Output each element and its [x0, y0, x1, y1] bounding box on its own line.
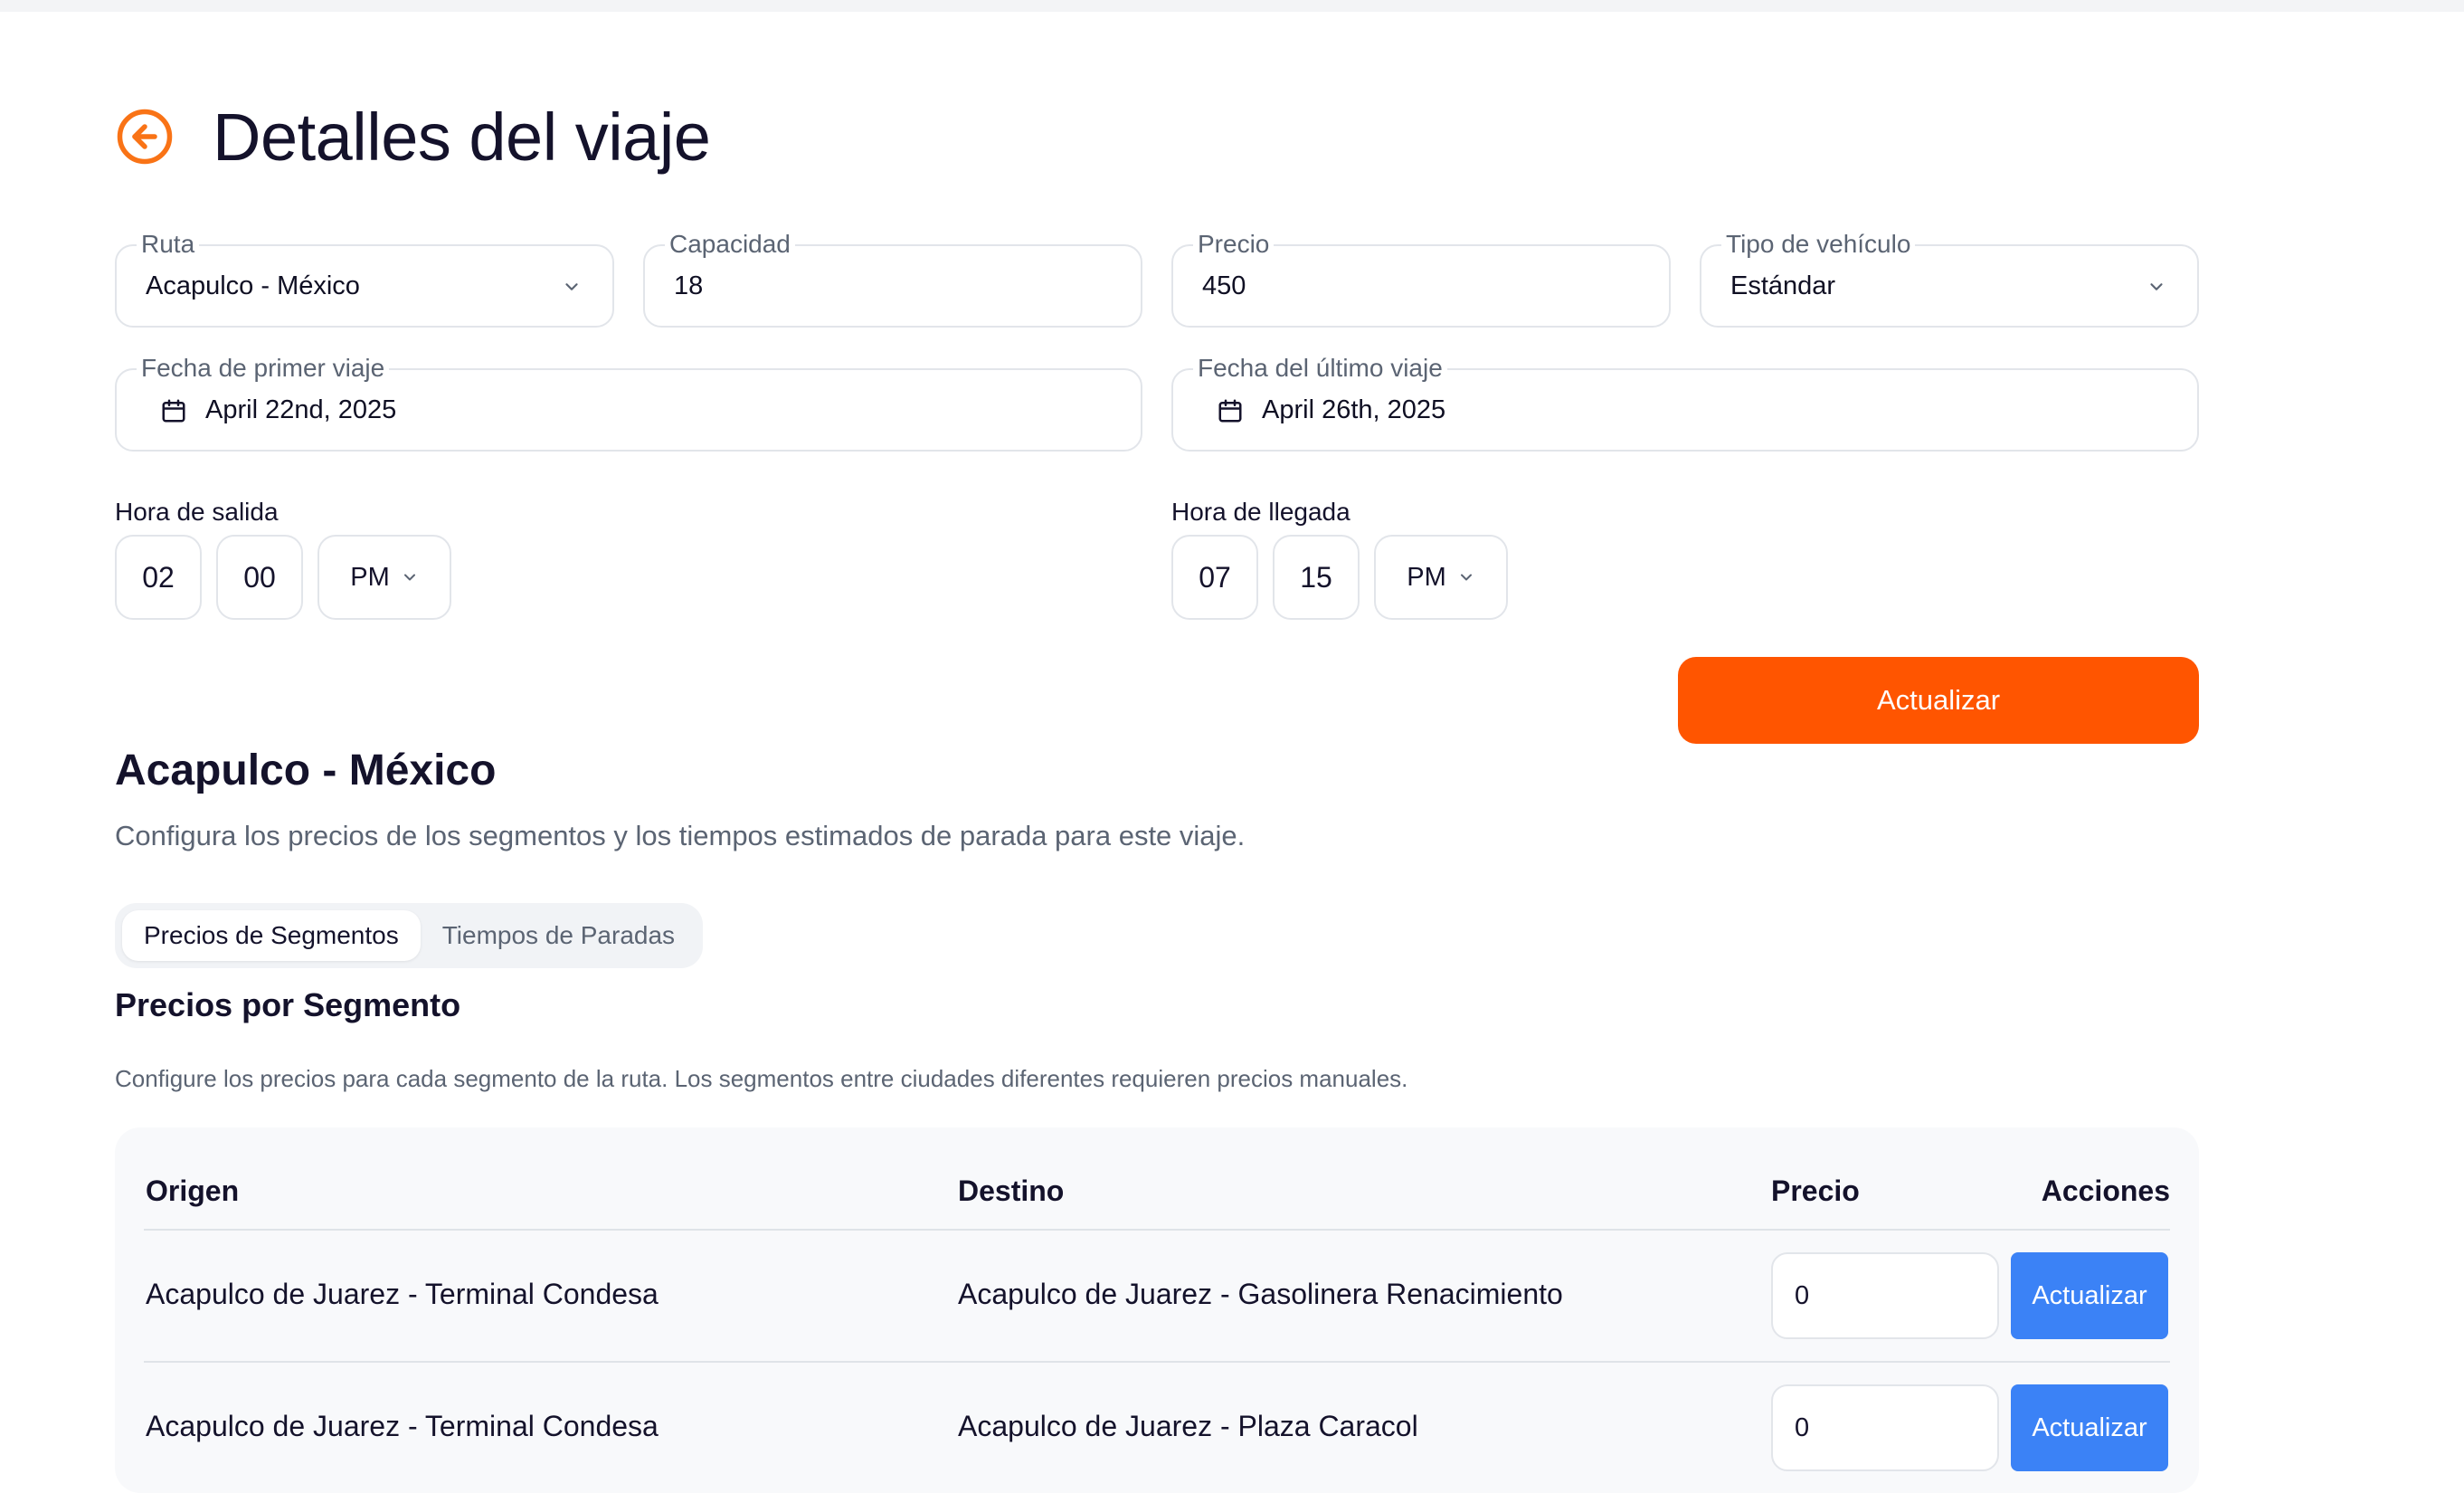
row-2-price-input[interactable] [1771, 1384, 1999, 1471]
column-origin: Origen [146, 1174, 240, 1207]
arrival-hour-input[interactable]: 07 [1171, 535, 1258, 620]
route-value: Acapulco - México [146, 271, 360, 300]
page-header: Detalles del viaje [115, 100, 711, 175]
segments-table: Origen Destino Precio Acciones Acapulco … [115, 1127, 2199, 1493]
row-1-origin: Acapulco de Juarez - Terminal Condesa [146, 1278, 659, 1310]
tab-stop-times[interactable]: Tiempos de Paradas [421, 910, 697, 961]
row-2-origin: Acapulco de Juarez - Terminal Condesa [146, 1410, 659, 1442]
arrival-period-value: PM [1407, 562, 1446, 592]
top-bar [0, 0, 2464, 12]
column-destination: Destino [958, 1174, 1065, 1207]
row-1-destination: Acapulco de Juarez - Gasolinera Renacimi… [958, 1278, 1563, 1310]
arrow-left-circle-icon [117, 109, 173, 165]
route-section-description: Configura los precios de los segmentos y… [115, 820, 1246, 851]
vehicle-type-value: Estándar [1730, 271, 1836, 300]
column-actions: Acciones [2041, 1174, 2170, 1207]
column-price: Precio [1771, 1174, 1860, 1207]
capacity-value: 18 [674, 271, 704, 300]
departure-period-value: PM [350, 562, 390, 592]
chevron-down-icon [1460, 574, 1472, 581]
arrival-period-select[interactable]: PM [1374, 535, 1508, 620]
row-1-price-input[interactable] [1771, 1252, 1999, 1339]
row-1-update-button[interactable]: Actualizar [2011, 1252, 2168, 1339]
route-section-title: Acapulco - México [115, 746, 497, 794]
tab-segment-prices[interactable]: Precios de Segmentos [122, 910, 421, 961]
departure-time-label: Hora de salida [115, 498, 279, 526]
segments-title: Precios por Segmento [115, 986, 461, 1023]
update-trip-button[interactable]: Actualizar [1678, 657, 2199, 744]
last-trip-date-picker[interactable]: Fecha del último viaje April 26th, 2025 [1171, 353, 2199, 452]
first-trip-date-value: April 22nd, 2025 [205, 395, 397, 424]
page-title: Detalles del viaje [213, 99, 711, 175]
first-trip-date-picker[interactable]: Fecha de primer viaje April 22nd, 2025 [115, 353, 1142, 452]
departure-hour-input[interactable]: 02 [115, 535, 202, 620]
arrival-time-label: Hora de llegada [1171, 498, 1350, 526]
calendar-icon [162, 399, 185, 423]
row-divider [144, 1361, 2170, 1363]
row-2-destination: Acapulco de Juarez - Plaza Caracol [958, 1410, 1418, 1442]
chevron-down-icon [2150, 283, 2163, 290]
vehicle-type-select[interactable]: Tipo de vehículo Estándar [1700, 229, 2199, 328]
chevron-down-icon [565, 283, 578, 290]
row-2-update-button[interactable]: Actualizar [2011, 1384, 2168, 1471]
header-divider [144, 1229, 2170, 1231]
calendar-icon [1218, 399, 1242, 423]
departure-minute-input[interactable]: 00 [216, 535, 303, 620]
capacity-field[interactable]: Capacidad 18 [643, 229, 1142, 328]
route-tabs: Precios de Segmentos Tiempos de Paradas [115, 903, 703, 968]
price-field[interactable]: Precio 450 [1171, 229, 1671, 328]
last-trip-date-value: April 26th, 2025 [1262, 395, 1446, 424]
back-button[interactable] [115, 107, 175, 166]
route-select[interactable]: Ruta Acapulco - México [115, 229, 614, 328]
segments-description: Configure los precios para cada segmento… [115, 1065, 1408, 1092]
arrival-minute-input[interactable]: 15 [1273, 535, 1360, 620]
departure-period-select[interactable]: PM [317, 535, 451, 620]
chevron-down-icon [403, 574, 415, 581]
price-value: 450 [1202, 271, 1246, 300]
